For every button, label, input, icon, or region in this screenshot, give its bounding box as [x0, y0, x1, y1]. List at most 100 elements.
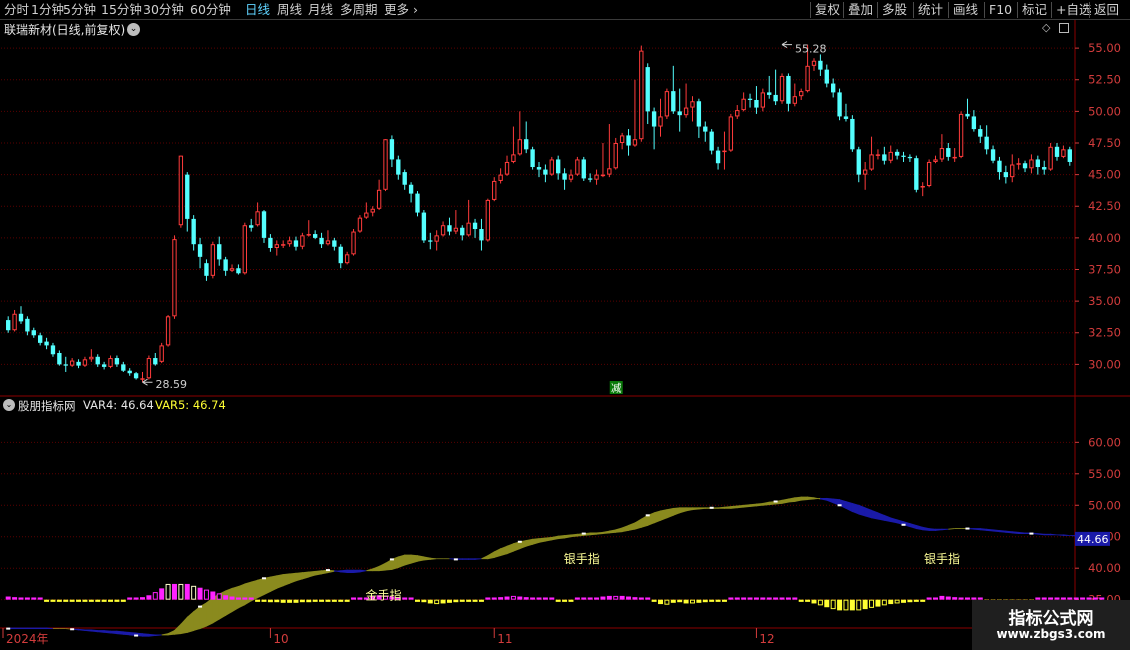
candle-body[interactable]: [472, 222, 478, 230]
candle-body[interactable]: [939, 148, 945, 160]
candle-body[interactable]: [89, 356, 94, 360]
candle-body[interactable]: [811, 60, 817, 66]
candle-body[interactable]: [754, 99, 759, 108]
candle-body[interactable]: [351, 231, 356, 255]
candle-body[interactable]: [255, 211, 260, 226]
candle-body[interactable]: [760, 92, 766, 108]
candle-body[interactable]: [997, 160, 1002, 173]
candle-body[interactable]: [664, 91, 670, 117]
candle-body[interactable]: [773, 94, 778, 102]
candle-body[interactable]: [293, 240, 299, 247]
candle-body[interactable]: [837, 92, 842, 117]
candle-body[interactable]: [421, 212, 427, 241]
candle-body[interactable]: [831, 83, 836, 93]
candle-body[interactable]: [1003, 172, 1009, 178]
candle-body[interactable]: [824, 69, 829, 84]
candle-body[interactable]: [57, 352, 62, 365]
candle-body[interactable]: [492, 180, 497, 200]
candle-body[interactable]: [651, 111, 657, 127]
candle-body[interactable]: [63, 364, 68, 366]
candle-body[interactable]: [37, 335, 43, 343]
candle-body[interactable]: [645, 67, 650, 112]
candle-body[interactable]: [549, 159, 554, 175]
candle-body[interactable]: [434, 235, 439, 242]
candle-body[interactable]: [376, 189, 382, 209]
candle-body[interactable]: [229, 268, 235, 271]
candle-body[interactable]: [517, 139, 522, 155]
candle-body[interactable]: [223, 259, 228, 271]
candle-body[interactable]: [639, 50, 644, 140]
candle-body[interactable]: [12, 313, 17, 331]
candle-body[interactable]: [562, 173, 567, 180]
candle-body[interactable]: [236, 268, 241, 274]
candle-body[interactable]: [952, 156, 957, 159]
candle-body[interactable]: [44, 341, 49, 346]
candle-body[interactable]: [920, 186, 925, 188]
candle-body[interactable]: [600, 174, 606, 177]
candle-body[interactable]: [971, 116, 977, 130]
candle-body[interactable]: [984, 136, 989, 150]
candle-body[interactable]: [901, 155, 906, 157]
candle-body[interactable]: [1067, 149, 1072, 162]
candle-body[interactable]: [210, 244, 216, 276]
candle-body[interactable]: [82, 359, 88, 366]
candle-body[interactable]: [587, 178, 593, 180]
candle-body[interactable]: [479, 229, 484, 241]
candle-body[interactable]: [140, 378, 145, 380]
candle-body[interactable]: [613, 142, 618, 169]
candle-body[interactable]: [926, 161, 932, 187]
candle-body[interactable]: [671, 91, 676, 112]
candle-body[interactable]: [408, 184, 414, 194]
candle-body[interactable]: [1029, 159, 1034, 169]
candle-body[interactable]: [332, 240, 337, 247]
candle-body[interactable]: [594, 174, 599, 180]
candle-body[interactable]: [907, 156, 913, 159]
candle-body[interactable]: [530, 149, 535, 168]
candle-body[interactable]: [709, 131, 714, 151]
candle-body[interactable]: [498, 174, 503, 181]
candle-body[interactable]: [159, 345, 164, 362]
candle-body[interactable]: [536, 167, 542, 170]
candle-body[interactable]: [843, 116, 849, 119]
candle-body[interactable]: [786, 75, 791, 104]
candle-body[interactable]: [50, 345, 56, 355]
candle-body[interactable]: [626, 135, 631, 146]
candle-body[interactable]: [703, 126, 708, 132]
candle-body[interactable]: [607, 168, 612, 175]
candle-body[interactable]: [357, 217, 363, 232]
candle-body[interactable]: [581, 159, 586, 179]
candle-body[interactable]: [261, 211, 267, 238]
candle-body[interactable]: [460, 227, 465, 236]
candle-body[interactable]: [165, 316, 171, 346]
candle-body[interactable]: [281, 244, 286, 246]
candle-body[interactable]: [914, 158, 919, 190]
candle-body[interactable]: [747, 98, 753, 100]
candle-body[interactable]: [1035, 159, 1041, 168]
candle-body[interactable]: [805, 65, 810, 92]
candle-body[interactable]: [312, 234, 318, 238]
chevron-down-icon[interactable]: ⌄: [3, 399, 15, 411]
candle-body[interactable]: [728, 116, 734, 151]
candle-body[interactable]: [524, 139, 529, 150]
candle-body[interactable]: [466, 222, 471, 236]
candle-body[interactable]: [767, 92, 772, 95]
candle-body[interactable]: [1022, 163, 1028, 169]
candle-body[interactable]: [204, 263, 209, 276]
candle-body[interactable]: [958, 113, 964, 157]
candle-body[interactable]: [1054, 146, 1060, 157]
candle-body[interactable]: [396, 159, 401, 175]
candle-body[interactable]: [306, 234, 311, 236]
candle-body[interactable]: [25, 318, 30, 332]
candle-body[interactable]: [287, 240, 292, 245]
candle-body[interactable]: [990, 149, 996, 161]
candle-body[interactable]: [965, 113, 970, 117]
candle-body[interactable]: [1010, 164, 1015, 178]
candle-body[interactable]: [114, 358, 120, 365]
candle-body[interactable]: [101, 364, 107, 367]
candle-body[interactable]: [619, 135, 625, 143]
candle-body[interactable]: [447, 225, 452, 232]
candle-body[interactable]: [197, 244, 203, 257]
candle-body[interactable]: [1048, 146, 1053, 170]
candle-body[interactable]: [690, 101, 695, 108]
candle-body[interactable]: [133, 373, 139, 379]
